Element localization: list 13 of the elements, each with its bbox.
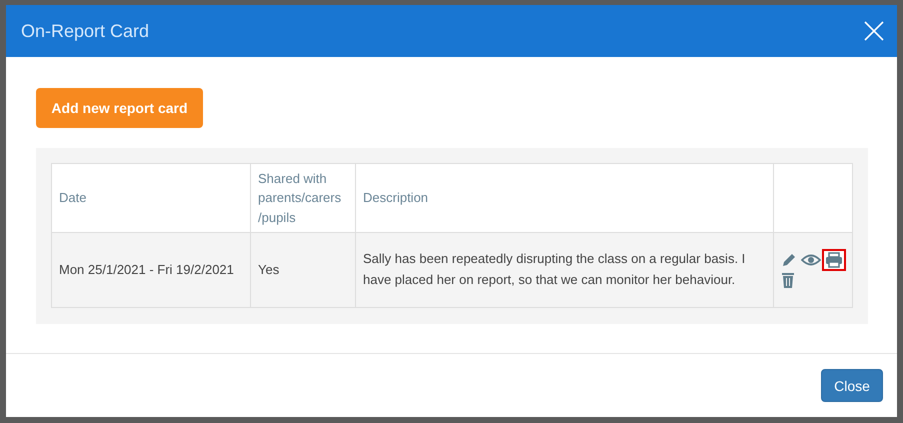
column-header: Description: [356, 164, 774, 232]
table-cell: Yes: [250, 232, 356, 308]
close-icon[interactable]: [863, 20, 885, 42]
column-header: Date: [52, 164, 250, 232]
table-cell: Sally has been repeatedly disrupting the class on a regular basis. I have placed her on report, so that we can monitor her behaviour.: [356, 232, 774, 308]
delete-icon[interactable]: [780, 271, 796, 289]
add-report-card-button[interactable]: Add new report card: [36, 88, 203, 128]
close-button[interactable]: Close: [821, 369, 883, 402]
edit-icon[interactable]: [780, 251, 798, 269]
dialog-title: On-Report Card: [21, 20, 150, 42]
column-header: Shared with parents/carers /pupils: [250, 164, 356, 232]
table-cell: Mon 25/1/2021 - Fri 19/2/2021: [52, 232, 250, 308]
print-icon[interactable]: [824, 251, 844, 269]
